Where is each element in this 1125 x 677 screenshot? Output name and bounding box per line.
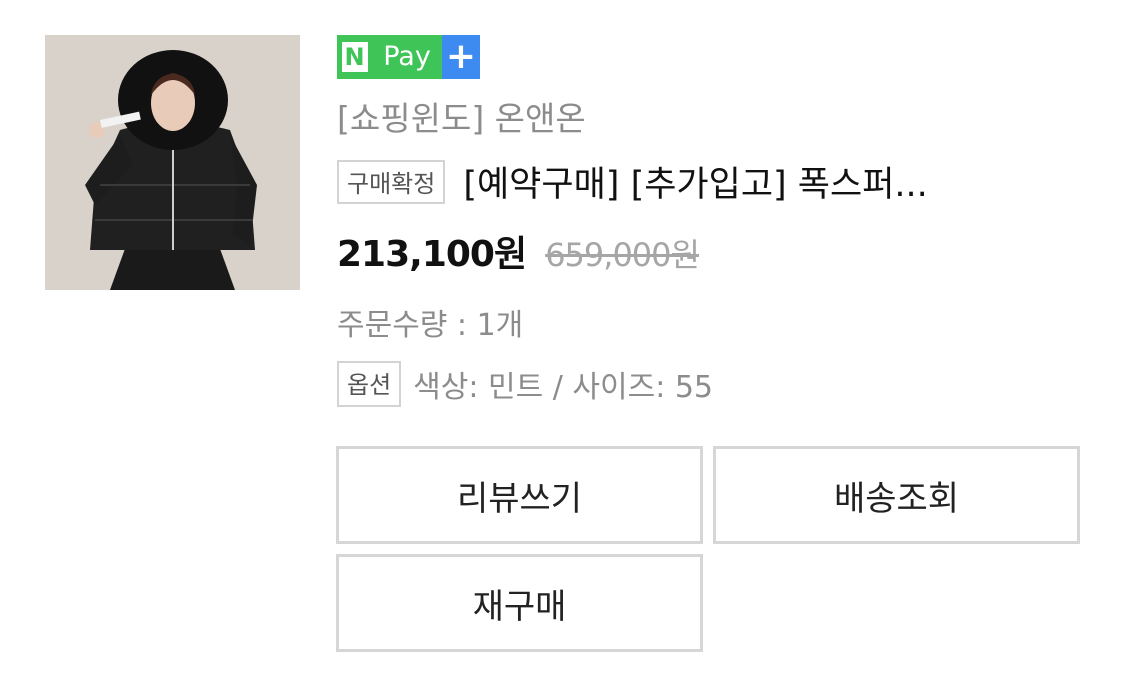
sale-price: 213,100원 (337, 234, 527, 275)
store-name[interactable]: [쇼핑윈도] 온앤온 (337, 92, 586, 140)
product-title-row: 구매확정 [예약구매] [추가입고] 폭스퍼... (337, 156, 1082, 207)
price-row: 213,100원 659,000원 (337, 225, 700, 277)
npay-n-letter: N (341, 42, 368, 72)
npay-plus-badge: N Pay + (337, 35, 480, 79)
product-photo-icon (45, 35, 300, 290)
option-badge: 옵션 (337, 361, 402, 407)
write-review-button[interactable]: 리뷰쓰기 (336, 446, 703, 544)
product-name[interactable]: [예약구매] [추가입고] 폭스퍼... (463, 156, 927, 207)
order-status-badge: 구매확정 (337, 159, 446, 204)
option-text: 색상: 민트 / 사이즈: 55 (413, 370, 714, 405)
npay-pay-label: Pay (372, 35, 442, 79)
order-quantity: 주문수량 : 1개 (337, 308, 524, 343)
option-row: 옵션 색상: 민트 / 사이즈: 55 (337, 361, 713, 407)
rebuy-button[interactable]: 재구매 (336, 554, 703, 652)
track-delivery-button[interactable]: 배송조회 (713, 446, 1080, 544)
original-price: 659,000원 (545, 236, 700, 274)
npay-n-icon: N (337, 35, 372, 79)
npay-plus-icon: + (442, 35, 480, 79)
product-thumbnail[interactable] (45, 35, 300, 290)
